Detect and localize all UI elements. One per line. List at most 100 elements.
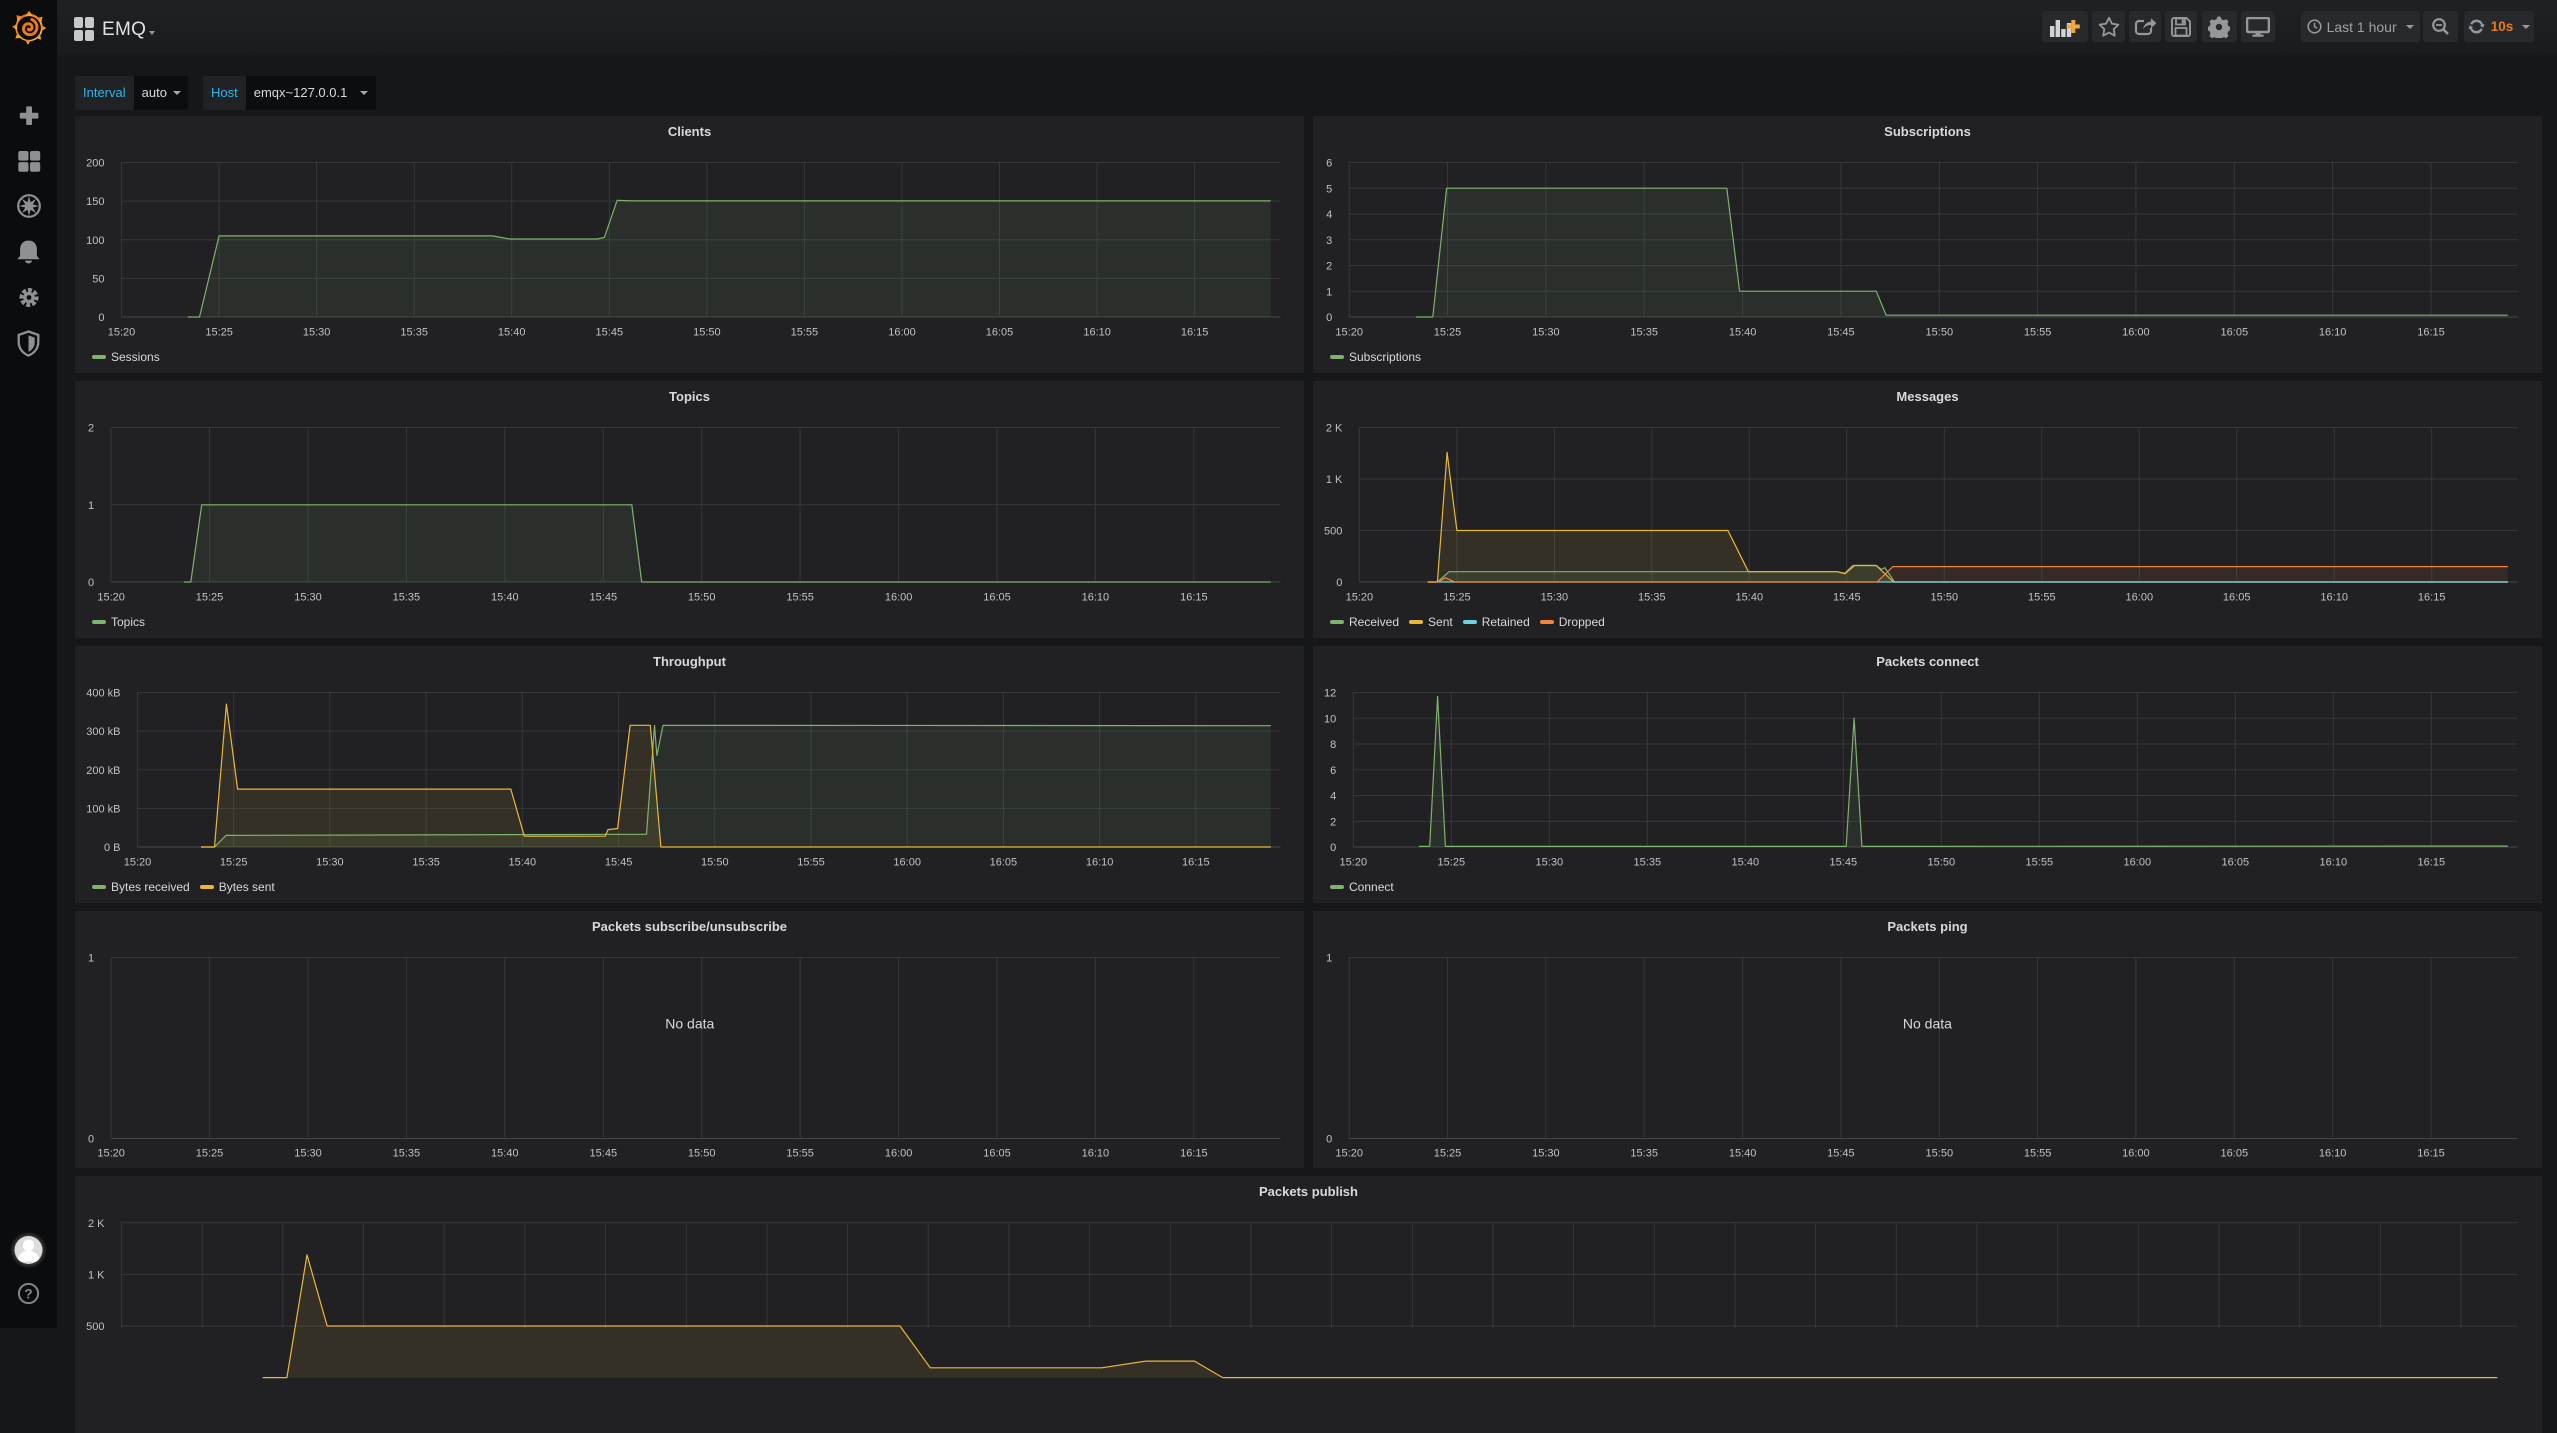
- svg-text:Packets publish: Packets publish: [1259, 1184, 1358, 1199]
- svg-text:16:05: 16:05: [2222, 592, 2250, 604]
- svg-text:16:10: 16:10: [1081, 1148, 1109, 1160]
- svg-text:16:05: 16:05: [985, 327, 1013, 339]
- svg-text:12: 12: [1324, 688, 1336, 700]
- svg-text:150: 150: [86, 196, 104, 208]
- svg-text:16:10: 16:10: [2320, 592, 2348, 604]
- svg-text:15:40: 15:40: [497, 327, 525, 339]
- svg-text:16:00: 16:00: [888, 327, 916, 339]
- svg-text:2 K: 2 K: [1325, 423, 1342, 435]
- svg-text:15:40: 15:40: [1728, 327, 1756, 339]
- svg-text:16:05: 16:05: [983, 592, 1011, 604]
- svg-text:16:05: 16:05: [2220, 327, 2248, 339]
- svg-text:1: 1: [87, 953, 93, 965]
- svg-text:15:35: 15:35: [392, 592, 420, 604]
- svg-text:16:00: 16:00: [893, 857, 921, 869]
- svg-text:15:40: 15:40: [1728, 1148, 1756, 1160]
- svg-text:15:45: 15:45: [1833, 592, 1861, 604]
- svg-text:15:25: 15:25: [1433, 1148, 1461, 1160]
- svg-text:15:30: 15:30: [316, 857, 344, 869]
- svg-text:4: 4: [1330, 791, 1336, 803]
- svg-text:15:40: 15:40: [508, 857, 536, 869]
- svg-text:15:55: 15:55: [2023, 327, 2051, 339]
- svg-text:Throughput: Throughput: [653, 654, 727, 669]
- svg-text:15:45: 15:45: [1827, 1148, 1855, 1160]
- svg-text:16:00: 16:00: [2123, 857, 2151, 869]
- svg-text:8: 8: [1330, 739, 1336, 751]
- svg-text:15:50: 15:50: [687, 1148, 715, 1160]
- svg-text:15:20: 15:20: [97, 592, 125, 604]
- svg-text:15:40: 15:40: [491, 1148, 519, 1160]
- svg-text:Packets subscribe/unsubscribe: Packets subscribe/unsubscribe: [591, 919, 786, 934]
- svg-text:16:15: 16:15: [2417, 592, 2445, 604]
- svg-text:15:40: 15:40: [1731, 857, 1759, 869]
- svg-text:15:45: 15:45: [604, 857, 632, 869]
- svg-text:16:05: 16:05: [983, 1148, 1011, 1160]
- svg-text:15:25: 15:25: [195, 592, 223, 604]
- svg-text:16:00: 16:00: [884, 592, 912, 604]
- svg-text:Subscriptions: Subscriptions: [1884, 124, 1971, 139]
- svg-text:15:30: 15:30: [1535, 857, 1563, 869]
- svg-text:400 kB: 400 kB: [86, 688, 120, 700]
- svg-text:16:15: 16:15: [2417, 1148, 2445, 1160]
- svg-text:1 K: 1 K: [87, 1269, 104, 1281]
- svg-text:?: ?: [24, 1286, 32, 1301]
- svg-text:6: 6: [1326, 158, 1332, 170]
- svg-text:15:25: 15:25: [1443, 592, 1471, 604]
- svg-text:15:35: 15:35: [1633, 857, 1661, 869]
- svg-text:15:25: 15:25: [205, 327, 233, 339]
- svg-text:0: 0: [1336, 577, 1342, 589]
- svg-text:16:15: 16:15: [1182, 857, 1210, 869]
- svg-text:100 kB: 100 kB: [86, 803, 120, 815]
- svg-text:15:25: 15:25: [219, 857, 247, 869]
- svg-text:15:25: 15:25: [195, 1148, 223, 1160]
- svg-text:2 K: 2 K: [87, 1218, 104, 1230]
- svg-text:15:55: 15:55: [790, 327, 818, 339]
- svg-text:16:00: 16:00: [2125, 592, 2153, 604]
- svg-text:Packets ping: Packets ping: [1887, 919, 1967, 934]
- svg-text:200 kB: 200 kB: [86, 765, 120, 777]
- svg-text:15:25: 15:25: [1437, 857, 1465, 869]
- svg-text:16:15: 16:15: [1180, 592, 1208, 604]
- svg-text:15:40: 15:40: [1735, 592, 1763, 604]
- svg-text:16:05: 16:05: [2220, 1148, 2248, 1160]
- svg-text:15:55: 15:55: [2023, 1148, 2051, 1160]
- svg-text:16:10: 16:10: [2319, 857, 2347, 869]
- svg-text:0 B: 0 B: [103, 842, 120, 854]
- svg-text:16:15: 16:15: [1180, 327, 1208, 339]
- svg-text:15:25: 15:25: [1433, 327, 1461, 339]
- svg-text:300 kB: 300 kB: [86, 726, 120, 738]
- svg-text:15:55: 15:55: [2025, 857, 2053, 869]
- svg-text:15:30: 15:30: [1540, 592, 1568, 604]
- svg-text:2: 2: [1330, 816, 1336, 828]
- svg-text:Messages: Messages: [1896, 389, 1958, 404]
- svg-text:1: 1: [87, 500, 93, 512]
- svg-text:15:35: 15:35: [392, 1148, 420, 1160]
- svg-text:15:20: 15:20: [1339, 857, 1367, 869]
- svg-text:15:45: 15:45: [589, 1148, 617, 1160]
- svg-text:15:50: 15:50: [701, 857, 729, 869]
- svg-text:4: 4: [1326, 209, 1332, 221]
- svg-text:15:50: 15:50: [1927, 857, 1955, 869]
- svg-text:1: 1: [1326, 953, 1332, 965]
- svg-text:16:10: 16:10: [2318, 327, 2346, 339]
- svg-text:16:10: 16:10: [1081, 592, 1109, 604]
- svg-text:2: 2: [87, 423, 93, 435]
- svg-text:Packets connect: Packets connect: [1876, 654, 1979, 669]
- svg-text:15:45: 15:45: [1827, 327, 1855, 339]
- svg-text:16:00: 16:00: [2122, 1148, 2150, 1160]
- svg-text:15:50: 15:50: [687, 592, 715, 604]
- svg-text:16:10: 16:10: [1083, 327, 1111, 339]
- svg-text:15:35: 15:35: [412, 857, 440, 869]
- svg-text:3: 3: [1326, 235, 1332, 247]
- svg-text:15:20: 15:20: [1335, 1148, 1363, 1160]
- svg-text:16:00: 16:00: [2122, 327, 2150, 339]
- svg-text:15:50: 15:50: [1930, 592, 1958, 604]
- svg-text:15:55: 15:55: [2028, 592, 2056, 604]
- svg-text:0: 0: [87, 577, 93, 589]
- svg-text:0: 0: [1326, 1134, 1332, 1146]
- svg-text:15:20: 15:20: [97, 1148, 125, 1160]
- svg-text:15:30: 15:30: [1532, 327, 1560, 339]
- svg-text:15:35: 15:35: [1630, 327, 1658, 339]
- svg-text:0: 0: [87, 1134, 93, 1146]
- svg-text:16:00: 16:00: [884, 1148, 912, 1160]
